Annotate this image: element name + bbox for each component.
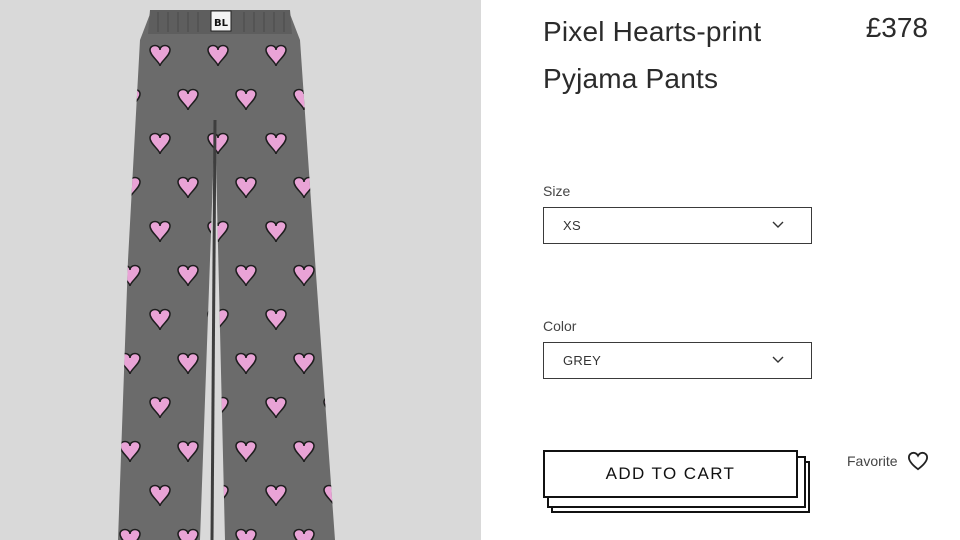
heart-icon [907, 451, 928, 471]
chevron-down-icon [772, 356, 784, 363]
favorite-button[interactable]: Favorite [847, 451, 929, 471]
add-to-cart-stack: ADD TO CART [543, 450, 818, 520]
color-select[interactable]: GREY [543, 342, 812, 379]
brand-tag-text: BL [214, 18, 229, 29]
chevron-down-icon [772, 221, 784, 228]
product-title-line1: Pixel Hearts-print [543, 16, 762, 47]
color-label: Color [543, 318, 577, 334]
color-select-value: GREY [563, 353, 602, 368]
size-select[interactable]: XS [543, 207, 812, 244]
product-price: £378 [865, 12, 928, 43]
product-image: BL [0, 0, 481, 540]
product-title: Pixel Hearts-print Pyjama Pants [543, 8, 843, 102]
size-label: Size [543, 183, 571, 199]
favorite-label: Favorite [847, 453, 898, 469]
pyjama-pants-image: BL [118, 10, 335, 540]
size-select-value: XS [563, 218, 581, 233]
product-title-line2: Pyjama Pants [543, 63, 719, 94]
add-to-cart-button[interactable]: ADD TO CART [543, 450, 798, 498]
